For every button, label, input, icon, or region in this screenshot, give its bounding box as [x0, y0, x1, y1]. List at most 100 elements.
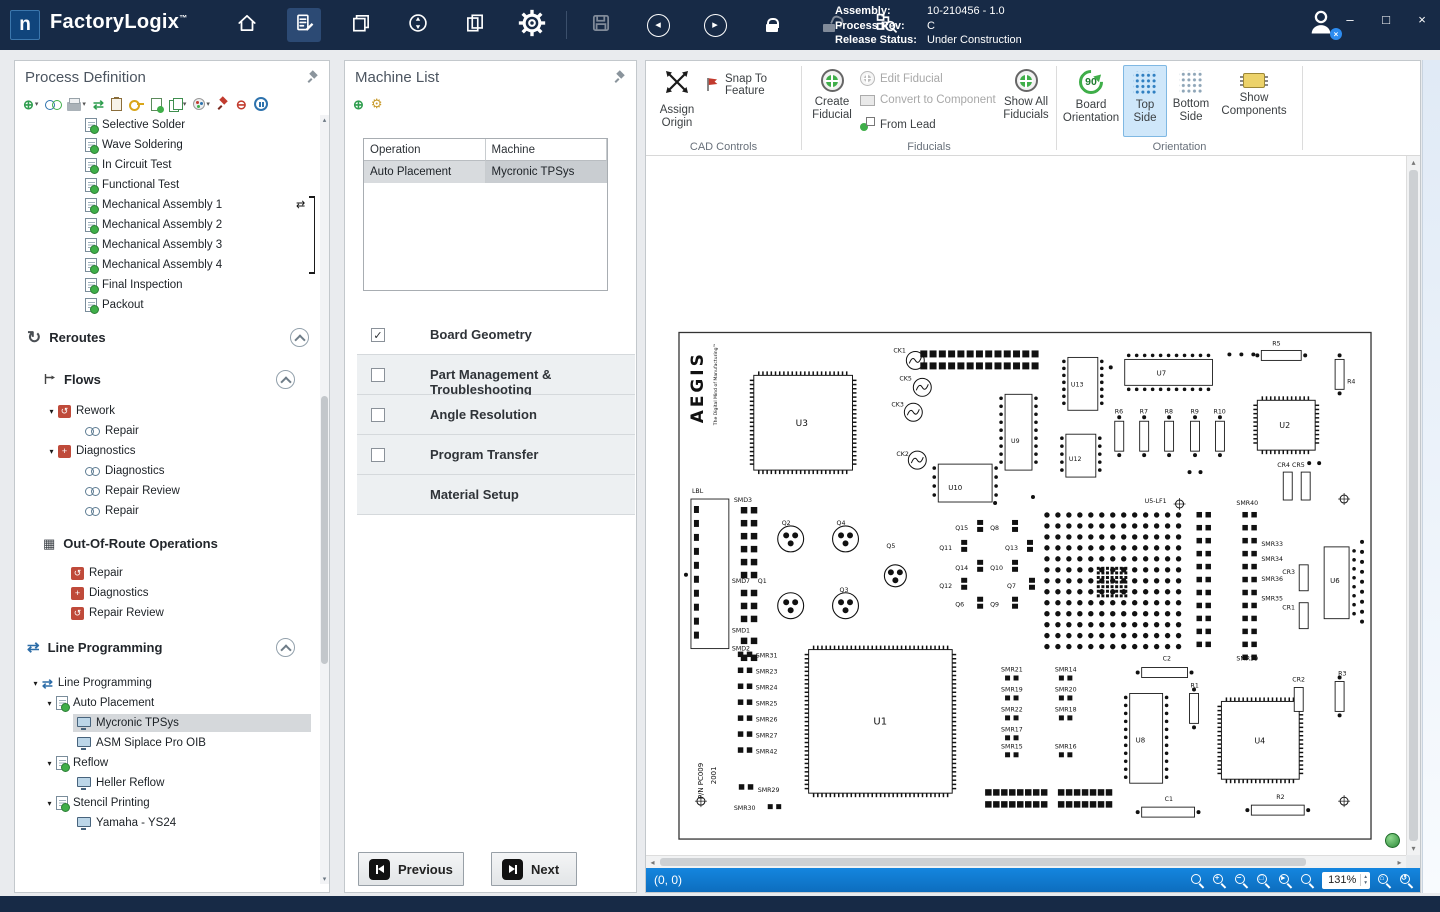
reroutes-section-header[interactable]: ↻ Reroutes	[15, 323, 319, 352]
step-angle-resolution[interactable]: Angle Resolution	[357, 395, 635, 435]
tree-item-auto-placement[interactable]: ▾Auto Placement	[15, 693, 317, 713]
board-orientation-button[interactable]: 90 Board Orientation	[1063, 69, 1119, 125]
tree-item-operation[interactable]: Final Inspection	[15, 275, 317, 295]
zoom-extents-icon[interactable]: ⌂	[1377, 873, 1392, 888]
tree-item-repair-review[interactable]: Repair Review	[15, 481, 317, 501]
remove-operation-button[interactable]: ⊖	[236, 95, 247, 113]
tree-item-operation[interactable]: Packout	[15, 295, 317, 315]
show-components-button[interactable]: Show Components	[1221, 69, 1287, 118]
add-machine-button[interactable]: ⊕	[353, 95, 364, 113]
tree-item-diagnostics-child[interactable]: Diagnostics	[15, 461, 317, 481]
tree-item-yamaha-ys24[interactable]: Yamaha - YS24	[15, 813, 317, 833]
tree-item-rework[interactable]: ▾↺Rework	[15, 401, 317, 421]
scroll-up-arrow[interactable]: ▴	[320, 116, 329, 124]
collapse-chevron-button[interactable]	[290, 328, 309, 347]
expander-icon[interactable]: ▾	[29, 679, 42, 688]
oor-item-repair-review[interactable]: ↺Repair Review	[15, 603, 317, 623]
tree-item-repair[interactable]: Repair	[15, 501, 317, 521]
pan-icon[interactable]	[1300, 873, 1315, 888]
oor-item-repair[interactable]: ↺Repair	[15, 563, 317, 583]
tree-item-asm-siplace[interactable]: ASM Siplace Pro OIB	[15, 733, 317, 753]
zoom-spinner[interactable]: ▴▾	[1360, 874, 1367, 886]
save-button[interactable]	[584, 8, 618, 42]
tree-item-diagnostics[interactable]: ▾+Diagnostics	[15, 441, 317, 461]
tree-item-reflow[interactable]: ▾Reflow	[15, 753, 317, 773]
scrollbar-thumb[interactable]	[660, 858, 1306, 866]
add-operation-button[interactable]: ⊕▾	[23, 95, 38, 113]
convert-to-component-button[interactable]: Convert to Component	[860, 94, 996, 106]
tree-item-line-programming[interactable]: ▾⇄Line Programming	[15, 673, 317, 693]
assign-origin-button[interactable]: Assign Origin	[652, 69, 702, 130]
refresh-view-button[interactable]	[1385, 833, 1400, 848]
zoom-page-icon[interactable]	[1190, 873, 1205, 888]
user-button[interactable]: ×	[1306, 8, 1340, 42]
pin-icon[interactable]	[615, 71, 627, 83]
copy-operation-button[interactable]: ▾	[169, 95, 187, 113]
scroll-up-arrow[interactable]: ▴	[1407, 158, 1420, 167]
edit-fiducial-button[interactable]: Edit Fiducial	[860, 71, 943, 86]
column-header-machine[interactable]: Machine	[486, 139, 608, 161]
checkbox-unchecked[interactable]	[371, 408, 385, 422]
collapsed-panel-strip[interactable]	[1422, 60, 1440, 893]
zoom-window-icon[interactable]: □	[1256, 873, 1271, 888]
reports-button[interactable]	[458, 8, 492, 42]
expander-icon[interactable]: ▾	[45, 447, 58, 456]
expander-icon[interactable]: ▾	[43, 799, 56, 808]
column-header-operation[interactable]: Operation	[364, 139, 486, 161]
expander-icon[interactable]: ▾	[43, 759, 56, 768]
machine-table-row[interactable]: Auto Placement Mycronic TPSys	[364, 161, 607, 183]
oor-section-header[interactable]: ▦ Out-Of-Route Operations	[15, 529, 319, 558]
navigator-button[interactable]	[401, 8, 435, 42]
canvas-vertical-scrollbar[interactable]: ▴ ▾	[1406, 156, 1420, 855]
checkbox-unchecked[interactable]	[371, 448, 385, 462]
step-board-geometry[interactable]: ✓ Board Geometry	[357, 315, 635, 355]
lock-button[interactable]	[755, 8, 789, 42]
zoom-out-icon[interactable]: −	[1234, 873, 1249, 888]
process-definition-button[interactable]	[287, 8, 321, 42]
operation-settings-button[interactable]	[151, 95, 162, 113]
top-side-button[interactable]: Top Side	[1123, 65, 1167, 137]
scroll-right-arrow[interactable]: ▸	[1393, 856, 1406, 868]
checkbox-unchecked[interactable]	[371, 368, 385, 382]
step-part-management[interactable]: Part Management & Troubleshooting	[357, 355, 635, 395]
pin-icon[interactable]	[308, 71, 320, 83]
undo-button[interactable]: ◂	[641, 8, 675, 42]
machine-settings-button[interactable]: ⚙	[371, 95, 383, 113]
tree-item-operation[interactable]: Mechanical Assembly 4	[15, 255, 317, 275]
minimize-button[interactable]: –	[1340, 12, 1360, 27]
scrollbar-thumb[interactable]	[1409, 170, 1418, 841]
tree-item-heller-reflow[interactable]: Heller Reflow	[15, 773, 317, 793]
scroll-down-arrow[interactable]: ▾	[1407, 844, 1420, 853]
zoom-level-input[interactable]: 131% ▴▾	[1322, 872, 1370, 889]
settings-button[interactable]	[515, 8, 549, 42]
tree-item-operation[interactable]: Mechanical Assembly 3	[15, 235, 317, 255]
zoom-selection-icon[interactable]: ▸	[1278, 873, 1293, 888]
tree-item-operation[interactable]: In Circuit Test	[15, 155, 317, 175]
hold-point-button[interactable]	[254, 95, 268, 113]
tree-item-operation[interactable]: Wave Soldering	[15, 135, 317, 155]
expander-icon[interactable]: ▾	[45, 407, 58, 416]
snap-to-feature-button[interactable]: Snap To Feature	[704, 73, 801, 97]
step-material-setup[interactable]: Material Setup	[357, 475, 635, 515]
maximize-button[interactable]: □	[1376, 12, 1396, 27]
scrollbar-thumb[interactable]	[321, 396, 328, 664]
tree-item-operation[interactable]: Mechanical Assembly 2	[15, 215, 317, 235]
close-button[interactable]: ×	[1412, 12, 1432, 27]
from-lead-button[interactable]: From Lead	[860, 117, 936, 132]
pin-operation-button[interactable]	[217, 95, 229, 113]
show-all-fiducials-button[interactable]: Show All Fiducials	[1000, 69, 1052, 122]
previous-button[interactable]: Previous	[358, 852, 464, 886]
expander-icon[interactable]: ▾	[43, 699, 56, 708]
pcb-drawing[interactable]: AEGISThe Digital Mind of Manufacturing™L…	[646, 156, 1406, 855]
create-fiducial-button[interactable]: Create Fiducial	[808, 69, 856, 122]
collapse-chevron-button[interactable]	[276, 370, 295, 389]
flows-section-header[interactable]: Flows	[15, 365, 319, 394]
tree-item-operation[interactable]: Functional Test	[15, 175, 317, 195]
tree-item-stencil-printing[interactable]: ▾Stencil Printing	[15, 793, 317, 813]
pcb-canvas-viewport[interactable]: AEGISThe Digital Mind of Manufacturing™L…	[646, 156, 1406, 855]
home-button[interactable]	[230, 8, 264, 42]
zoom-previous-icon[interactable]: ↺	[1399, 873, 1414, 888]
step-program-transfer[interactable]: Program Transfer	[357, 435, 635, 475]
bottom-side-button[interactable]: Bottom Side	[1169, 65, 1213, 137]
line-programming-section-header[interactable]: ⇄ Line Programming	[15, 633, 319, 662]
